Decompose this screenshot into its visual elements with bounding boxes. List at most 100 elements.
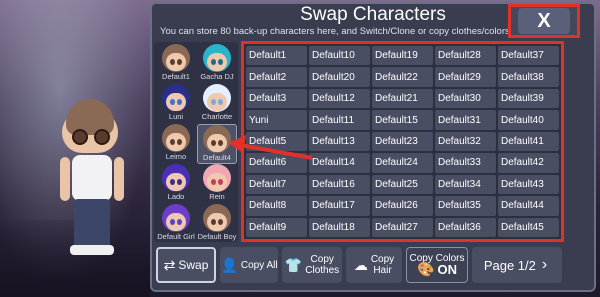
close-button-highlight[interactable]: X xyxy=(508,4,580,38)
backup-slot[interactable]: Default21 xyxy=(372,88,433,109)
person-icon: 👤 xyxy=(220,256,238,273)
character-slot[interactable]: Gacha DJ xyxy=(197,44,237,84)
backup-slot[interactable]: Default40 xyxy=(498,110,559,130)
backup-slot[interactable]: Default28 xyxy=(435,46,496,66)
shirt-icon: 👕 xyxy=(284,256,303,273)
close-icon[interactable]: X xyxy=(518,8,570,34)
preview-eye-right xyxy=(94,129,110,145)
copy-hair-button[interactable]: ☁ Copy Hair xyxy=(346,247,402,283)
backup-slot[interactable]: Default9 xyxy=(246,217,307,237)
backup-slot[interactable]: Default3 xyxy=(246,88,307,109)
backup-slot[interactable]: Default32 xyxy=(435,131,496,152)
character-avatar xyxy=(203,84,231,112)
backup-slot[interactable]: Default31 xyxy=(435,110,496,130)
character-name: Default Boy xyxy=(197,232,237,241)
copy-clothes-line1: Copy xyxy=(310,254,334,265)
hair-icon: ☁ xyxy=(353,256,368,273)
swap-icon: ⇄ xyxy=(163,256,176,273)
preview-hair xyxy=(66,99,114,135)
copy-colors-toggle[interactable]: Copy Colors 🎨 ON xyxy=(406,247,468,283)
backup-slot[interactable]: Default30 xyxy=(435,88,496,109)
character-avatar xyxy=(162,44,190,72)
backup-slot[interactable]: Default10 xyxy=(309,46,370,66)
character-name: Rein xyxy=(209,192,225,201)
backup-slot[interactable]: Default38 xyxy=(498,67,559,87)
swap-button[interactable]: ⇄ Swap xyxy=(156,247,216,283)
character-slot[interactable]: Rein xyxy=(197,164,237,204)
backup-slot[interactable]: Default36 xyxy=(435,217,496,237)
backup-slot[interactable]: Default19 xyxy=(372,46,433,66)
backup-slot[interactable]: Default16 xyxy=(309,174,370,195)
backup-slot[interactable]: Default37 xyxy=(498,46,559,66)
next-page-button[interactable]: Page 1/2 › xyxy=(472,247,562,283)
backup-slot[interactable]: Yuni xyxy=(246,110,307,130)
character-avatar xyxy=(162,204,190,232)
copy-all-label: Copy All xyxy=(240,259,278,271)
preview-eye-left xyxy=(72,129,88,145)
backup-slot[interactable]: Default35 xyxy=(435,196,496,216)
backup-slot[interactable]: Default44 xyxy=(498,196,559,216)
preview-shirt xyxy=(72,155,112,201)
copy-hair-line1: Copy xyxy=(370,254,395,265)
character-slot[interactable]: Lado xyxy=(156,164,196,204)
chevron-right-icon: › xyxy=(541,256,548,273)
copy-colors-state: ON xyxy=(437,262,457,277)
character-avatar xyxy=(203,44,231,72)
backup-slot[interactable]: Default15 xyxy=(372,110,433,130)
backup-slot[interactable]: Default17 xyxy=(309,196,370,216)
character-slot[interactable]: Default4 xyxy=(197,124,237,164)
backup-slot[interactable]: Default43 xyxy=(498,174,559,195)
backup-slot[interactable]: Default41 xyxy=(498,131,559,152)
backup-slot[interactable]: Default8 xyxy=(246,196,307,216)
backup-slot[interactable]: Default33 xyxy=(435,153,496,173)
backup-slot[interactable]: Default12 xyxy=(309,88,370,109)
backup-slot[interactable]: Default11 xyxy=(309,110,370,130)
backup-slot[interactable]: Default25 xyxy=(372,174,433,195)
preview-arm-right xyxy=(114,157,124,201)
backup-slot[interactable]: Default22 xyxy=(372,67,433,87)
character-avatar xyxy=(203,164,231,192)
backup-slot[interactable]: Default42 xyxy=(498,153,559,173)
copy-all-button[interactable]: 👤 Copy All xyxy=(220,247,278,283)
character-avatar xyxy=(203,125,231,153)
copy-clothes-line2: Clothes xyxy=(305,265,340,276)
backup-slot[interactable]: Default5 xyxy=(246,131,307,152)
character-name: Lado xyxy=(167,192,185,201)
copy-clothes-button[interactable]: 👕 Copy Clothes xyxy=(282,247,342,283)
backup-slot[interactable]: Default18 xyxy=(309,217,370,237)
backup-slot[interactable]: Default45 xyxy=(498,217,559,237)
backup-slot[interactable]: Default27 xyxy=(372,217,433,237)
character-name: Leimo xyxy=(165,152,187,161)
character-name: Luni xyxy=(168,112,184,121)
backup-slot[interactable]: Default7 xyxy=(246,174,307,195)
slot-grid: Default1 Default10 Default19 Default28 Defau… xyxy=(241,41,564,242)
character-slot[interactable]: Leimo xyxy=(156,124,196,164)
backup-slot[interactable]: Default34 xyxy=(435,174,496,195)
character-slot[interactable]: Charlotte xyxy=(197,84,237,124)
character-slot[interactable]: Default Girl xyxy=(156,204,196,244)
palette-icon: 🎨 xyxy=(417,261,435,277)
character-slot[interactable]: Default1 xyxy=(156,44,196,84)
character-slot[interactable]: Luni xyxy=(156,84,196,124)
character-name: Default1 xyxy=(162,72,190,81)
character-name: Charlotte xyxy=(201,112,233,121)
copy-hair-line2: Hair xyxy=(373,265,392,276)
backup-slot[interactable]: Default1 xyxy=(246,46,307,66)
backup-slot[interactable]: Default39 xyxy=(498,88,559,109)
backup-slot[interactable]: Default23 xyxy=(372,131,433,152)
backup-slot[interactable]: Default14 xyxy=(309,153,370,173)
character-avatar xyxy=(162,124,190,152)
preview-character xyxy=(52,95,132,265)
backup-slot[interactable]: Default24 xyxy=(372,153,433,173)
backup-slot[interactable]: Default29 xyxy=(435,67,496,87)
backup-slot[interactable]: Default20 xyxy=(309,67,370,87)
backup-slot[interactable]: Default13 xyxy=(309,131,370,152)
backup-slot[interactable]: Default26 xyxy=(372,196,433,216)
character-name: Gacha DJ xyxy=(200,72,234,81)
character-name: Default Girl xyxy=(157,232,195,241)
character-avatar xyxy=(162,84,190,112)
backup-slot[interactable]: Default6 xyxy=(246,153,307,173)
character-slot[interactable]: Default Boy xyxy=(197,204,237,244)
swap-label: Swap xyxy=(178,258,209,272)
backup-slot[interactable]: Default2 xyxy=(246,67,307,87)
